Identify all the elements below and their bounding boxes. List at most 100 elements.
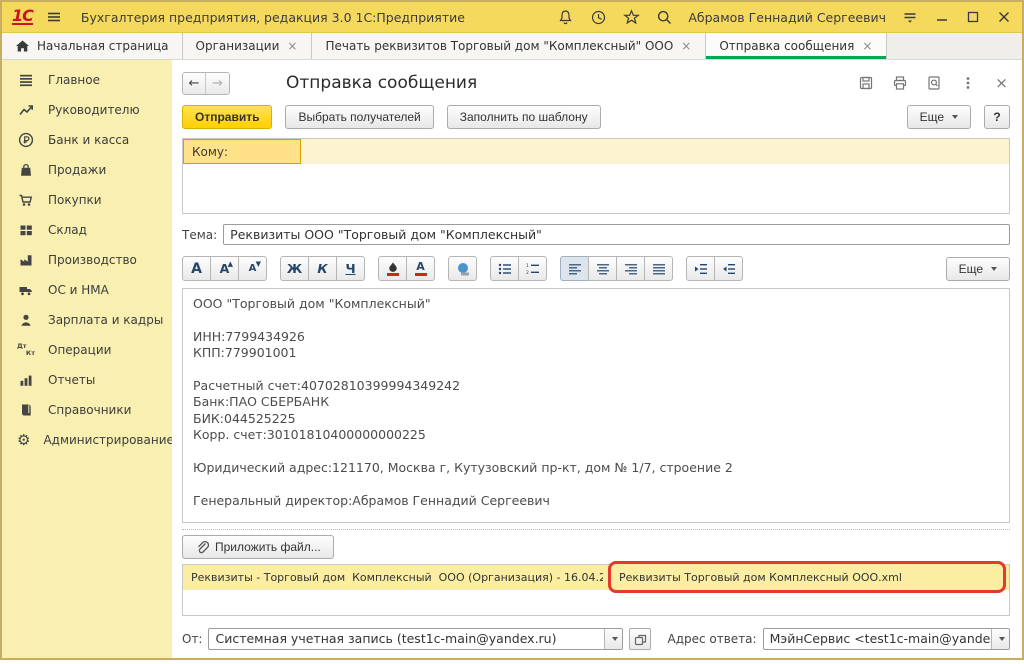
tab-label: Организации <box>196 39 280 53</box>
reply-address-combobox: МэйнСервис <test1c-main@yandex.ru> <box>763 628 1010 650</box>
numbered-list-button[interactable]: 12 <box>518 256 547 281</box>
sidebar-item-directories[interactable]: Справочники <box>2 395 172 425</box>
align-right-button[interactable] <box>616 256 645 281</box>
1c-logo: 1С <box>12 9 33 25</box>
message-body-editor[interactable]: ООО "Торговый дом "Комплексный" ИНН:7799… <box>182 288 1010 523</box>
notifications-bell-icon[interactable] <box>556 8 574 26</box>
more-button-label: Еще <box>920 110 944 124</box>
italic-button[interactable]: К <box>308 256 337 281</box>
bold-button[interactable]: Ж <box>280 256 309 281</box>
help-button[interactable]: ? <box>984 105 1010 129</box>
select-recipients-button[interactable]: Выбрать получателей <box>285 105 433 129</box>
attachments-separator <box>182 529 1010 530</box>
insert-picture-button[interactable] <box>448 256 477 281</box>
align-center-button[interactable] <box>588 256 617 281</box>
svg-text:1: 1 <box>526 263 529 269</box>
from-account-combobox: Системная учетная запись (test1c-main@ya… <box>208 628 623 650</box>
tab-bar-empty-space <box>887 33 1022 59</box>
sidebar-item-purchases[interactable]: Покупки <box>2 185 172 215</box>
tab-close-icon[interactable]: × <box>286 39 298 53</box>
underline-button[interactable]: Ч <box>336 256 365 281</box>
font-button[interactable]: А <box>182 256 211 281</box>
close-window-button[interactable] <box>996 9 1012 25</box>
increase-indent-button[interactable] <box>686 256 715 281</box>
tab-close-icon[interactable]: × <box>861 39 873 53</box>
chevron-down-icon <box>991 267 997 271</box>
paperclip-icon <box>195 540 209 554</box>
highlight-color-button[interactable] <box>378 256 407 281</box>
home-icon <box>15 39 30 53</box>
open-account-button[interactable] <box>629 628 651 650</box>
decrease-font-button[interactable]: А▼ <box>238 256 267 281</box>
save-icon[interactable] <box>857 75 874 92</box>
sidebar-item-production[interactable]: Производство <box>2 245 172 275</box>
subject-label: Тема: <box>182 228 217 242</box>
tab-close-icon[interactable]: × <box>680 39 692 53</box>
sidebar-item-label: Продажи <box>48 163 106 177</box>
close-form-icon[interactable]: × <box>993 75 1010 92</box>
sidebar-item-bank-cash[interactable]: Банк и касса <box>2 125 172 155</box>
title-bar: 1С Бухгалтерия предприятия, редакция 3.0… <box>2 2 1022 33</box>
sidebar-item-administration[interactable]: ⚙ Администрирование <box>2 425 172 455</box>
from-account-value[interactable]: Системная учетная запись (test1c-main@ya… <box>209 629 604 649</box>
sidebar-item-reports[interactable]: Отчеты <box>2 365 172 395</box>
chevron-down-icon <box>952 115 958 119</box>
sidebar-item-label: Главное <box>48 73 100 87</box>
print-icon[interactable] <box>891 75 908 92</box>
sidebar-item-salary-hr[interactable]: Зарплата и кадры <box>2 305 172 335</box>
reply-address-value[interactable]: МэйнСервис <test1c-main@yandex.ru> <box>764 629 991 649</box>
bullet-list-button[interactable] <box>490 256 519 281</box>
current-user-menu[interactable]: Абрамов Геннадий Сергеевич <box>688 10 886 25</box>
reply-dropdown-button[interactable] <box>991 629 1009 649</box>
to-field-button[interactable]: Кому: <box>183 139 301 164</box>
align-justify-button[interactable] <box>644 256 673 281</box>
subject-input[interactable]: Реквизиты ООО "Торговый дом "Комплексный… <box>223 224 1010 245</box>
decrease-indent-button[interactable] <box>714 256 743 281</box>
customize-toolbar-icon[interactable] <box>901 8 919 26</box>
fill-by-template-button[interactable]: Заполнить по шаблону <box>447 105 601 129</box>
recipients-input-area[interactable] <box>183 164 1009 213</box>
tab-organizations[interactable]: Организации × <box>183 33 313 59</box>
from-dropdown-button[interactable] <box>604 629 622 649</box>
back-button[interactable]: ← <box>183 73 206 94</box>
search-icon[interactable] <box>655 8 673 26</box>
attachment-item[interactable]: Реквизиты - Торговый дом Комплексный ООО… <box>183 571 603 584</box>
editor-more-label: Еще <box>959 262 983 276</box>
main-menu-hamburger-icon[interactable] <box>45 8 63 26</box>
increase-font-button[interactable]: А▲ <box>210 256 239 281</box>
factory-icon <box>17 252 35 268</box>
app-title: Бухгалтерия предприятия, редакция 3.0 1С… <box>81 10 465 25</box>
sidebar-item-label: Зарплата и кадры <box>48 313 163 327</box>
sidebar-item-main[interactable]: Главное <box>2 65 172 95</box>
sidebar-item-operations[interactable]: ДтКт Операции <box>2 335 172 365</box>
page-title: Отправка сообщения <box>286 73 477 93</box>
maximize-button[interactable] <box>965 9 981 25</box>
sidebar-item-sales[interactable]: Продажи <box>2 155 172 185</box>
history-icon[interactable] <box>589 8 607 26</box>
ruble-coin-icon <box>17 132 35 148</box>
tab-send-message[interactable]: Отправка сообщения × <box>706 33 887 59</box>
sidebar-item-warehouse[interactable]: Склад <box>2 215 172 245</box>
tab-print-requisites[interactable]: Печать реквизитов Торговый дом "Комплекс… <box>312 33 706 59</box>
sidebar-item-fixed-assets[interactable]: ОС и НМА <box>2 275 172 305</box>
attachment-item-highlighted[interactable]: Реквизиты Торговый дом Комплексный ООО.x… <box>608 561 1006 593</box>
favorites-star-icon[interactable] <box>622 8 640 26</box>
forward-button[interactable]: → <box>206 73 229 94</box>
more-button[interactable]: Еще <box>907 105 971 129</box>
chevron-down-icon <box>999 637 1005 641</box>
svg-text:2: 2 <box>526 270 529 275</box>
sidebar-item-manager[interactable]: Руководителю <box>2 95 172 125</box>
tab-home[interactable]: Начальная страница <box>2 33 183 59</box>
minimize-button[interactable] <box>934 9 950 25</box>
align-left-button[interactable] <box>560 256 589 281</box>
attach-file-button[interactable]: Приложить файл... <box>182 535 334 559</box>
tab-label: Начальная страница <box>37 39 169 53</box>
editor-more-button[interactable]: Еще <box>946 257 1010 281</box>
print-preview-icon[interactable] <box>925 75 942 92</box>
font-color-button[interactable]: А <box>406 256 435 281</box>
send-button[interactable]: Отправить <box>182 105 272 129</box>
more-dots-icon[interactable] <box>959 75 976 92</box>
sidebar-item-label: Руководителю <box>48 103 140 117</box>
person-icon <box>17 312 35 328</box>
shopping-bag-icon <box>17 162 35 178</box>
